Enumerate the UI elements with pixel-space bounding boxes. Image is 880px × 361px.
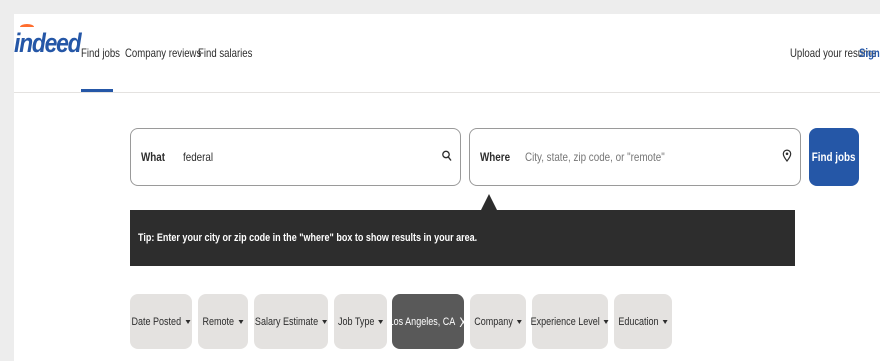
sign-in-link[interactable]: Sign i	[859, 46, 880, 60]
what-search-box[interactable]: What federal	[130, 128, 461, 186]
chevron-down-icon	[185, 319, 191, 324]
location-pin-icon	[782, 149, 792, 167]
chevron-down-icon	[662, 319, 668, 324]
chevron-down-icon	[378, 319, 384, 324]
what-input[interactable]: federal	[183, 150, 213, 164]
where-input[interactable]: City, state, zip code, or "remote"	[525, 150, 665, 164]
nav-find-jobs[interactable]: Find jobs	[81, 46, 120, 60]
close-icon[interactable]: X	[460, 315, 468, 329]
indeed-logo[interactable]: indeed	[14, 28, 82, 59]
filter-label: Company	[474, 315, 513, 328]
chevron-down-icon	[322, 319, 328, 324]
header: indeed Find jobs Company reviews Find sa…	[14, 14, 880, 93]
filter-location[interactable]: Los Angeles, CA X	[388, 294, 467, 349]
nav-company-reviews[interactable]: Company reviews	[125, 46, 201, 60]
find-jobs-button-label: Find jobs	[812, 150, 856, 164]
filter-job-type[interactable]: Job Type	[334, 294, 387, 349]
chevron-down-icon	[604, 319, 610, 324]
filter-label: Los Angeles, CA	[388, 315, 456, 328]
filter-date-posted[interactable]: Date Posted	[130, 294, 192, 349]
filter-label: Salary Estimate	[254, 315, 319, 328]
nav-find-salaries[interactable]: Find salaries	[198, 46, 252, 60]
filter-label: Remote	[202, 315, 235, 328]
filter-experience-level[interactable]: Experience Level	[530, 294, 610, 349]
location-tip: Tip: Enter your city or zip code in the …	[130, 210, 795, 266]
filter-salary-estimate[interactable]: Salary Estimate	[254, 294, 328, 349]
search-icon	[442, 149, 452, 167]
filter-label: Education	[618, 315, 659, 328]
where-label: Where	[480, 150, 511, 164]
tip-arrow	[481, 194, 497, 210]
filter-bar: Date Posted Remote Salary Estimate Job T…	[130, 294, 810, 349]
page: indeed Find jobs Company reviews Find sa…	[14, 14, 880, 361]
filter-label: Experience Level	[530, 315, 601, 328]
filter-company[interactable]: Company	[470, 294, 526, 349]
tip-text: Tip: Enter your city or zip code in the …	[138, 232, 478, 244]
nav-active-indicator	[81, 89, 113, 92]
filter-remote[interactable]: Remote	[198, 294, 248, 349]
filter-education[interactable]: Education	[614, 294, 672, 349]
find-jobs-button[interactable]: Find jobs	[809, 128, 859, 186]
filter-label: Job Type	[337, 315, 375, 328]
chevron-down-icon	[238, 319, 244, 324]
what-label: What	[141, 150, 166, 164]
chevron-down-icon	[516, 319, 522, 324]
where-search-box[interactable]: Where City, state, zip code, or "remote"	[469, 128, 801, 186]
filter-label: Date Posted	[131, 315, 182, 328]
